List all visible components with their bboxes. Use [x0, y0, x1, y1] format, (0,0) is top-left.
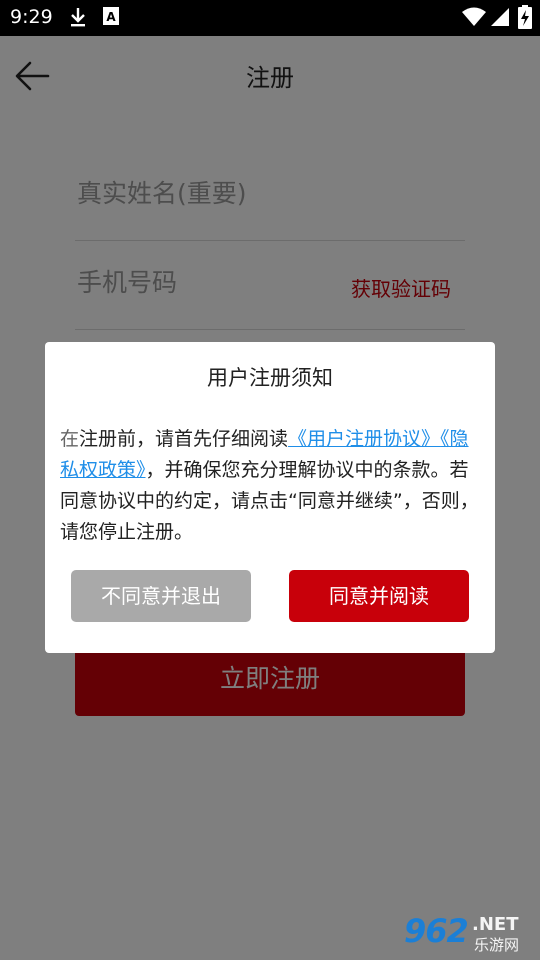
dialog-body-first-char: 在 — [60, 428, 80, 450]
dialog-body-text-1: 注册前，请首先仔细阅读 — [79, 428, 289, 450]
battery-charging-icon — [518, 5, 532, 33]
user-agreement-link[interactable]: 《用户注册协议》 — [288, 428, 440, 450]
signal-icon — [490, 7, 510, 31]
svg-text:A: A — [106, 10, 116, 24]
status-time: 9:29 — [10, 6, 53, 28]
agree-read-button[interactable]: 同意并阅读 — [289, 570, 469, 622]
download-icon — [68, 6, 88, 32]
site-watermark: 962 .NET 乐游网 — [400, 912, 536, 956]
wifi-icon — [462, 7, 486, 31]
status-bar: 9:29 A — [0, 0, 540, 36]
a11y-notification-icon: A — [102, 6, 120, 30]
dialog-title: 用户注册须知 — [207, 366, 333, 390]
watermark-net: .NET — [472, 914, 519, 935]
watermark-site: 乐游网 — [474, 936, 520, 954]
disagree-exit-button[interactable]: 不同意并退出 — [71, 570, 251, 622]
watermark-number: 962 — [404, 912, 469, 950]
registration-notice-dialog: 用户注册须知 在注册前，请首先仔细阅读《用户注册协议》《隐私权政策》，并确保您充… — [45, 342, 495, 653]
dialog-body: 在注册前，请首先仔细阅读《用户注册协议》《隐私权政策》，并确保您充分理解协议中的… — [60, 424, 485, 548]
